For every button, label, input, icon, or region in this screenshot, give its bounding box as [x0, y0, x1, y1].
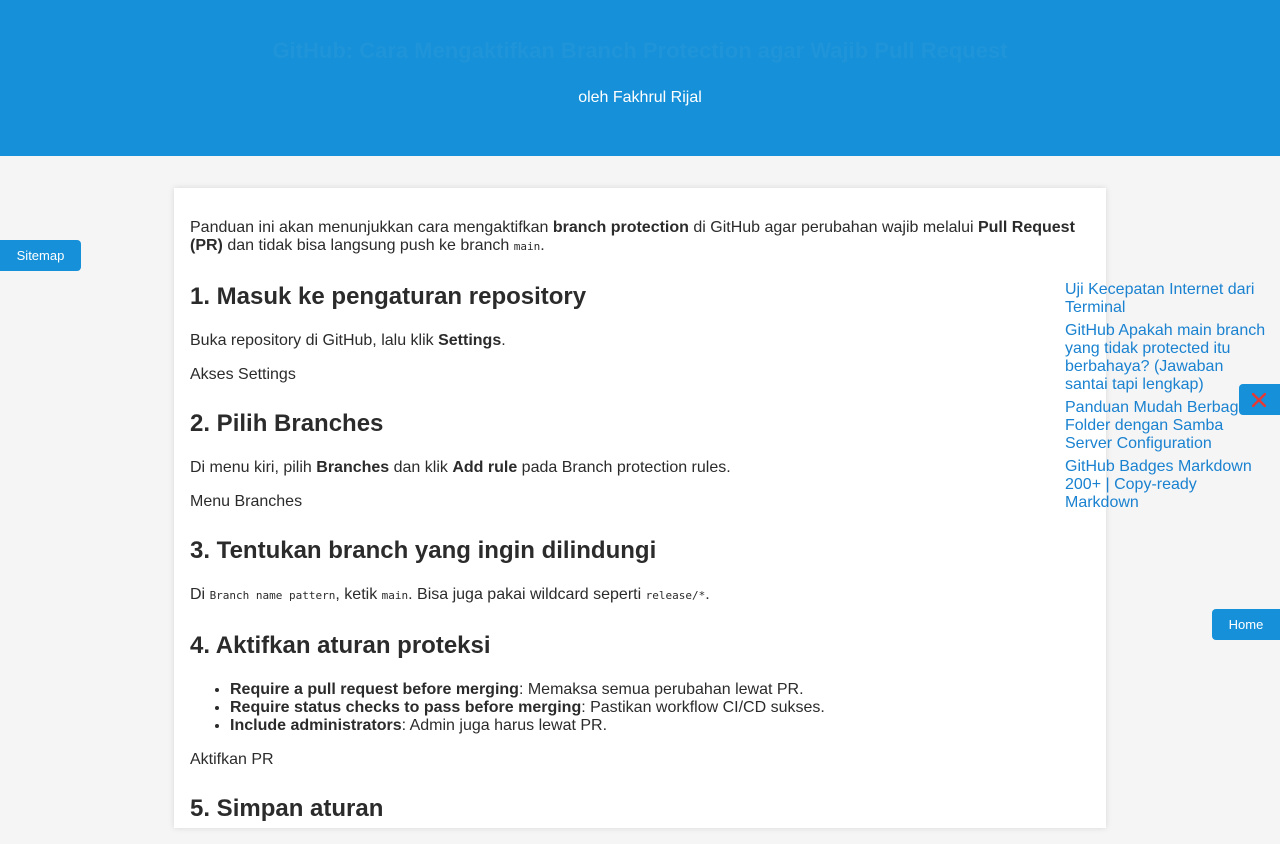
related-link[interactable]: GitHub Badges Markdown 200+ | Copy-ready…	[1065, 458, 1270, 512]
list-item: Include administrators: Admin juga harus…	[230, 717, 1090, 735]
section-paragraph-1: Buka repository di GitHub, lalu klik Set…	[190, 332, 1090, 350]
paragraph-text: Di	[190, 586, 210, 603]
article-card: Panduan ini akan menunjukkan cara mengak…	[174, 188, 1106, 828]
section-heading-5: 5. Simpan aturan	[190, 795, 384, 822]
paragraph-bold: Branches	[316, 459, 390, 476]
intro-text: di GitHub agar perubahan wajib melalui	[688, 219, 978, 236]
paragraph-code: main	[381, 589, 409, 602]
image-activate-pr: Aktifkan PR	[190, 751, 274, 768]
list-item-bold: Include administrators	[230, 717, 402, 734]
image-branches: Menu Branches	[190, 493, 303, 510]
section-heading-4: 4. Aktifkan aturan proteksi	[190, 632, 491, 659]
intro-text: .	[540, 237, 545, 254]
section-heading-2: 2. Pilih Branches	[190, 410, 384, 437]
paragraph-bold: Add rule	[452, 459, 518, 476]
site-header: GitHub: Cara Mengaktifkan Branch Protect…	[0, 0, 1280, 156]
paragraph-text: , ketik	[335, 586, 382, 603]
paragraph-text: .	[501, 332, 506, 349]
article-content: Panduan ini akan menunjukkan cara mengak…	[190, 219, 1090, 844]
paragraph-text: dan klik	[389, 459, 453, 476]
related-link[interactable]: Uji Kecepatan Internet dari Terminal	[1065, 281, 1270, 317]
protection-rules-list: Require a pull request before merging: M…	[190, 681, 1090, 735]
list-item-text: : Admin juga harus lewat PR.	[401, 717, 608, 734]
paragraph-text: .	[705, 586, 710, 603]
section-heading-1: 1. Masuk ke pengaturan repository	[190, 283, 587, 310]
section-paragraph-2: Di menu kiri, pilih Branches dan klik Ad…	[190, 459, 1090, 477]
section-paragraph-3: Di Branch name pattern, ketik main. Bisa…	[190, 586, 1090, 605]
intro-code: main	[513, 240, 541, 253]
intro-text: Panduan ini akan menunjukkan cara mengak…	[190, 219, 553, 236]
related-link[interactable]: GitHub Apakah main branch yang tidak pro…	[1065, 322, 1270, 394]
page-title: GitHub: Cara Mengaktifkan Branch Protect…	[0, 38, 1280, 64]
list-item-bold: Require a pull request before merging	[230, 681, 519, 698]
image-settings: Akses Settings	[190, 366, 296, 383]
section-heading-3: 3. Tentukan branch yang ingin dilindungi	[190, 537, 657, 564]
close-icon	[1252, 393, 1266, 407]
paragraph-text: . Bisa juga pakai wildcard seperti	[408, 586, 646, 603]
paragraph-text: Di menu kiri, pilih	[190, 459, 317, 476]
sitemap-button[interactable]: Sitemap	[0, 240, 81, 271]
paragraph-code: Branch name pattern	[209, 589, 336, 602]
list-item: Require a pull request before merging: M…	[230, 681, 1090, 699]
intro-bold: branch protection	[552, 219, 689, 236]
close-related-button[interactable]	[1239, 384, 1280, 415]
list-item-text: : Pastikan workflow CI/CD sukses.	[581, 699, 825, 716]
list-item-text: : Memaksa semua perubahan lewat PR.	[518, 681, 804, 698]
paragraph-text: pada Branch protection rules.	[517, 459, 731, 476]
paragraph-bold: Settings	[438, 332, 502, 349]
paragraph-code: release/*	[645, 589, 706, 602]
intro-paragraph: Panduan ini akan menunjukkan cara mengak…	[190, 219, 1090, 256]
intro-text: dan tidak bisa langsung push ke branch	[222, 237, 514, 254]
paragraph-text: Buka repository di GitHub, lalu klik	[190, 332, 439, 349]
home-button[interactable]: Home	[1212, 609, 1280, 640]
list-item: Require status checks to pass before mer…	[230, 699, 1090, 717]
author-byline: oleh Fakhrul Rijal	[578, 89, 702, 106]
list-item-bold: Require status checks to pass before mer…	[230, 699, 582, 716]
